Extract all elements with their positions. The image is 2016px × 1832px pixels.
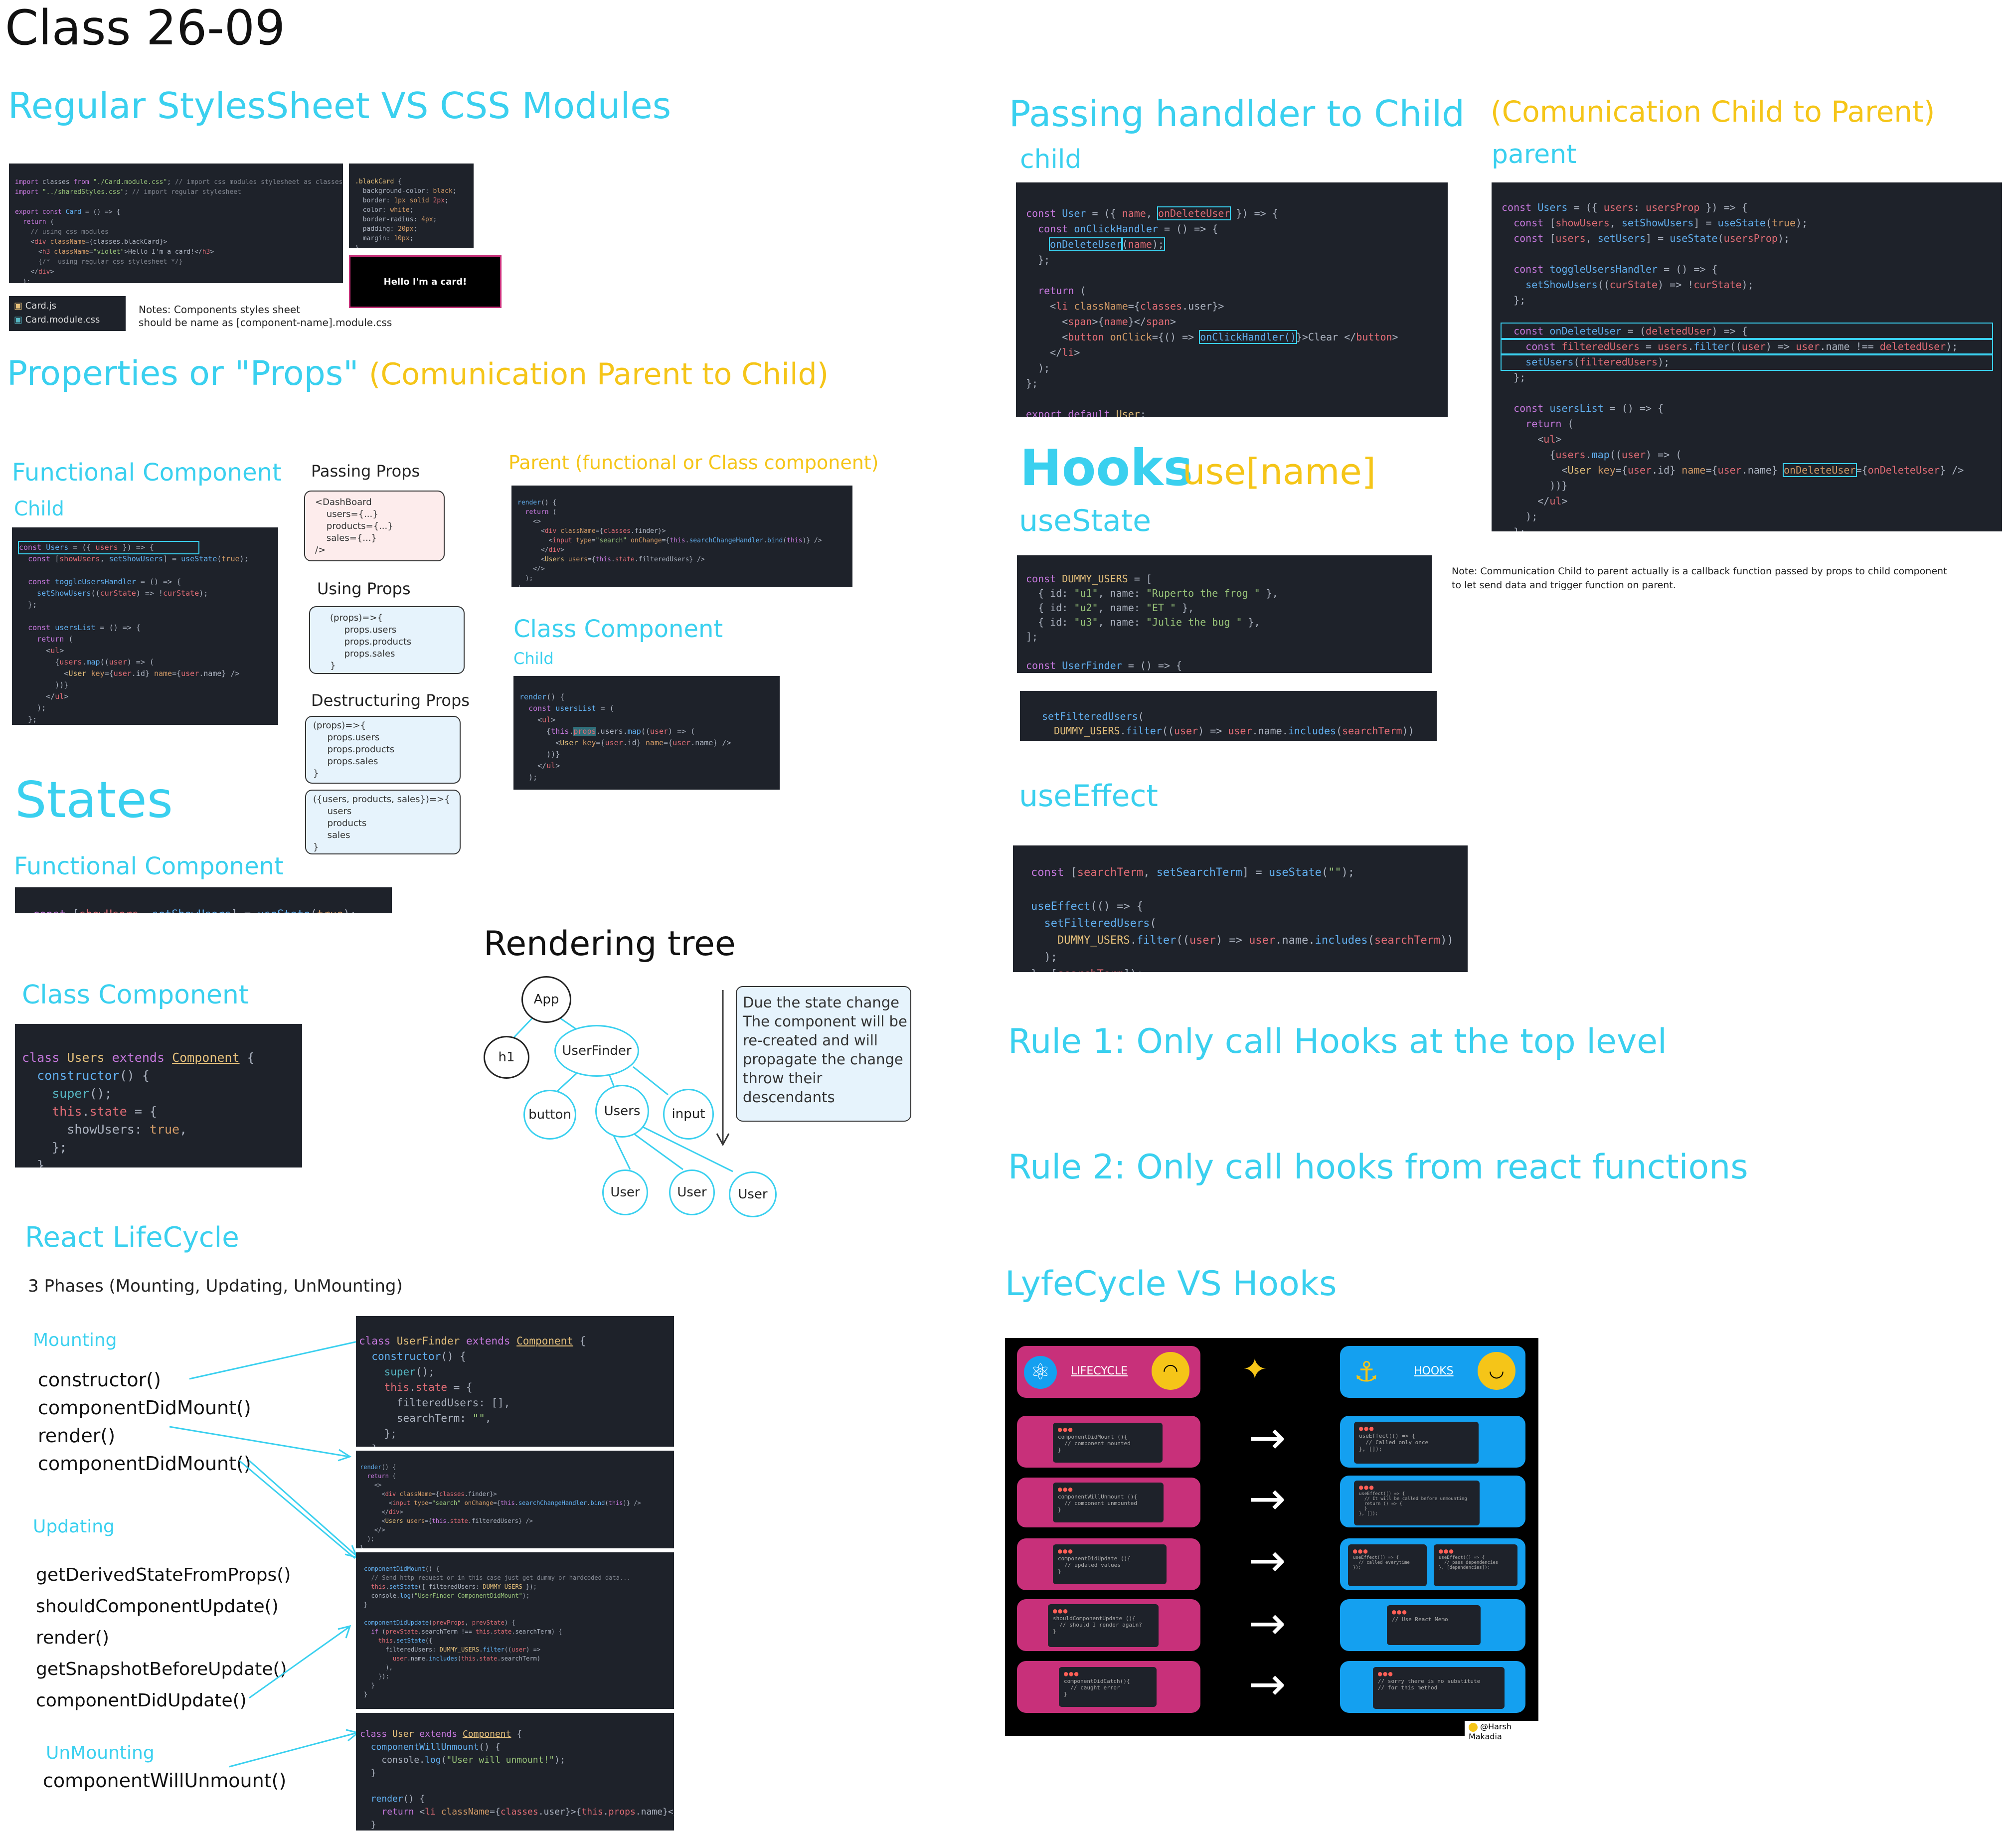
party-popper-icon: ✦ xyxy=(1242,1352,1268,1387)
lvh-credit: @Harsh Makadia xyxy=(1465,1721,1538,1742)
lvh-right-card-3b: ●●● useEffect(() => { // pass dependenci… xyxy=(1434,1544,1517,1586)
worried-face-icon: ◠ xyxy=(1152,1352,1189,1390)
code-use-state: const DUMMY_USERS = [ { id: "u1", name: … xyxy=(1017,555,1432,673)
code-set-filtered: setFilteredUsers( DUMMY_USERS.filter((us… xyxy=(1020,691,1437,741)
section-passing-handler-sub: (Comunication Child to Parent) xyxy=(1491,95,1935,129)
lvh-left-card-2: ●●● componentWillUnmount (){ // componen… xyxy=(1053,1483,1164,1522)
react-atom-icon: ⚛ xyxy=(1024,1356,1057,1389)
code-handler-parent: const Users = ({ users: usersProp }) => … xyxy=(1492,182,2002,531)
section-hooks-sub: use[name] xyxy=(1182,451,1376,493)
section-lifecycle-vs-hooks: LyfeCycle VS Hooks xyxy=(1005,1264,1337,1304)
lvh-right-card-2: ●●● useEffect(() => { // It will be call… xyxy=(1354,1481,1480,1525)
lifecycle-vs-hooks-panel: ⚛ LIFECYCLE ◠ ✦ ⚓ HOOKS ◡ ●●● componentD… xyxy=(1005,1338,1538,1742)
lvh-hooks-header: ⚓ HOOKS ◡ xyxy=(1340,1346,1525,1398)
callback-note: Note: Communication Child to parent actu… xyxy=(1452,566,1947,591)
arrow-right-icon: → xyxy=(1248,1412,1286,1464)
handler-parent-heading: parent xyxy=(1492,140,1577,169)
rule-1: Rule 1: Only call Hooks at the top level xyxy=(1008,1022,1667,1061)
use-effect-heading: useEffect xyxy=(1019,779,1158,814)
code-lifecycle-willunmount: class User extends Component { component… xyxy=(356,1713,674,1831)
lvh-right-card-4: ●●● // Use React Memo xyxy=(1387,1605,1481,1645)
code-lifecycle-render: render() { return ( <> <div className={c… xyxy=(356,1451,674,1548)
lvh-left-card-5: ●●● componentDidCatch(){ // caught error… xyxy=(1059,1667,1157,1707)
lvh-lifecycle-header: ⚛ LIFECYCLE ◠ xyxy=(1017,1346,1200,1398)
lvh-left-card-1: ●●● componentDidMount (){ // component m… xyxy=(1053,1423,1163,1463)
hook-crane-icon: ⚓ xyxy=(1353,1356,1379,1388)
rule-2: Rule 2: Only call hooks from react funct… xyxy=(1008,1148,1748,1187)
section-hooks: Hooks xyxy=(1020,439,1193,497)
use-state-heading: useState xyxy=(1019,503,1152,538)
code-lifecycle-constructor: class UserFinder extends Component { con… xyxy=(356,1316,674,1447)
lvh-lifecycle-label: LIFECYCLE xyxy=(1071,1365,1128,1377)
lvh-right-card-3: ●●● useEffect(() => { // called everytim… xyxy=(1348,1544,1427,1586)
lvh-left-card-3: ●●● componentDidUpdate (){ // updated va… xyxy=(1053,1544,1167,1584)
credit-avatar-icon xyxy=(1469,1722,1478,1732)
code-lifecycle-didmount: componentDidMount() { // Send http reque… xyxy=(356,1552,674,1709)
lvh-left-card-4: ●●● shouldComponentUpdate (){ // should … xyxy=(1048,1604,1159,1647)
lvh-right-card-5: ●●● // sorry there is no substitute // f… xyxy=(1373,1667,1505,1709)
smiling-face-icon: ◡ xyxy=(1478,1352,1515,1390)
lvh-right-card-1: ●●● useEffect(() => { // Called only onc… xyxy=(1354,1422,1479,1464)
arrow-right-icon: → xyxy=(1248,1534,1286,1587)
arrow-right-icon: → xyxy=(1248,1597,1286,1650)
lvh-hooks-label: HOOKS xyxy=(1414,1365,1454,1377)
handler-child-heading: child xyxy=(1020,145,1082,174)
arrow-right-icon: → xyxy=(1248,1658,1286,1710)
arrow-right-icon: → xyxy=(1248,1473,1286,1525)
code-handler-child: const User = ({ name, onDeleteUser }) =>… xyxy=(1016,182,1448,417)
code-use-effect: const [searchTerm, setSearchTerm] = useS… xyxy=(1013,845,1468,972)
section-passing-handler: Passing handlder to Child xyxy=(1009,93,1465,135)
